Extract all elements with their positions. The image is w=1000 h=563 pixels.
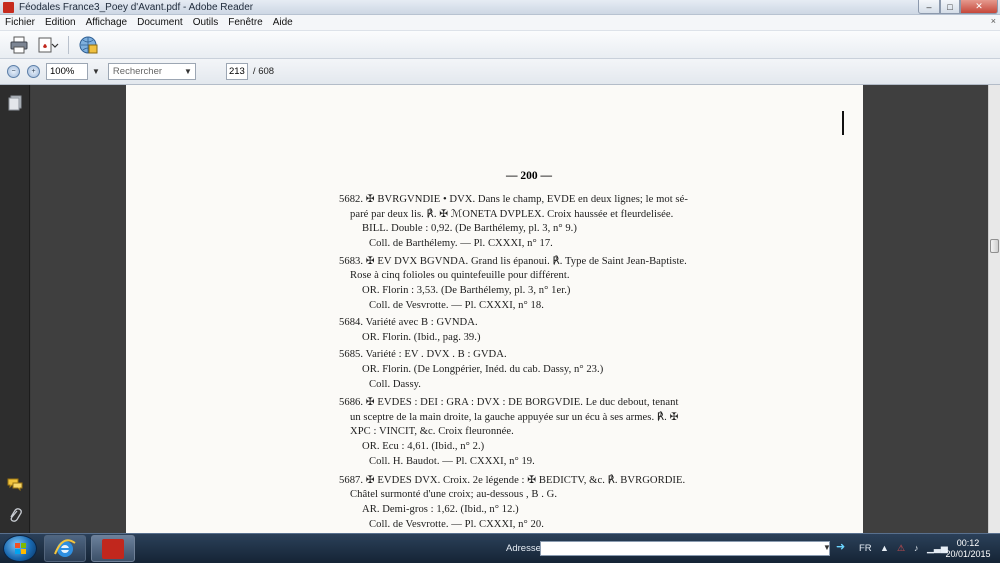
search-placeholder: Rechercher (112, 66, 163, 77)
total-pages: / 608 (252, 66, 275, 77)
address-label: Adresse (506, 543, 541, 554)
scrollbar-thumb[interactable] (990, 239, 999, 253)
taskbar-internet-explorer[interactable] (44, 535, 86, 562)
zoom-in-button[interactable]: + (27, 65, 40, 78)
adobe-reader-app-icon[interactable] (3, 1, 14, 13)
search-dropdown-arrow-icon[interactable]: ▼ (184, 67, 192, 76)
text-line: AR. Demi-gros : 1,62. (Ibid., n° 12.) (362, 504, 519, 515)
text-line: OR. Florin. (De Longpérier, Inéd. du cab… (362, 364, 604, 375)
clock-time: 00:12 (956, 538, 980, 548)
text-line: Châtel surmonté d'une croix; au-dessous … (350, 489, 558, 500)
text-line: 5683. ✠ EV DVX BGVNDA. Grand lis épanoui… (339, 256, 687, 267)
start-button[interactable] (3, 535, 37, 562)
main-toolbar (0, 31, 1000, 59)
share-globe-icon (79, 36, 98, 53)
text-line: OR. Florin. (Ibid., pag. 39.) (362, 332, 481, 343)
text-line: 5686. ✠ EVDES : DEI : GRA : DVX : DE BOR… (339, 397, 679, 408)
system-clock[interactable]: 00:12 20/01/2015 (940, 538, 996, 560)
menu-affichage[interactable]: Affichage (81, 17, 133, 28)
window-controls: – □ ✕ (918, 0, 998, 14)
taskbar-adobe-reader[interactable] (91, 535, 135, 562)
text-line: paré par deux lis. ℟. ✠ ℳONETA DVPLEX. C… (350, 209, 674, 220)
text-line: BILL. Double : 0,92. (De Barthélemy, pl.… (362, 223, 577, 234)
menu-outils[interactable]: Outils (188, 17, 224, 28)
pdf-create-icon (38, 37, 59, 52)
paperclip-icon (10, 508, 22, 522)
adobe-reader-icon (102, 538, 124, 559)
document-view[interactable]: — 200 — 5682. ✠ BVRGVNDIE • DVX. Dans le… (31, 85, 988, 533)
show-hidden-icons-chevron-icon[interactable]: ▲ (880, 543, 889, 553)
pdf-page[interactable]: — 200 — 5682. ✠ BVRGVNDIE • DVX. Dans le… (126, 85, 863, 533)
text-line: 5684. Variété avec B : GVNDA. (339, 317, 478, 328)
toolbar-separator (68, 35, 69, 54)
window-title: Féodales France3_Poey d'Avant.pdf - Adob… (19, 1, 254, 13)
navigation-toolbar: − + 100% ▼ Rechercher ▼ 213 / 608 (0, 59, 1000, 85)
text-line: OR. Ecu : 4,61. (Ibid., n° 2.) (362, 441, 485, 452)
menu-aide[interactable]: Aide (268, 17, 298, 28)
vertical-scrollbar[interactable] (988, 85, 1000, 533)
page-thumbnails-icon (8, 95, 22, 111)
search-input[interactable]: Rechercher ▼ (107, 63, 196, 80)
address-dropdown-arrow-icon[interactable]: ▼ (823, 543, 831, 552)
volume-icon[interactable]: ♪ (914, 543, 919, 553)
pages-panel-button[interactable] (7, 95, 23, 111)
comments-panel-button[interactable] (7, 476, 23, 492)
minus-icon: − (11, 68, 16, 75)
page-margin-mark (842, 111, 844, 135)
menu-fenetre[interactable]: Fenêtre (223, 17, 267, 28)
text-line: Coll. de Barthélemy. — Pl. CXXXI, n° 17. (369, 238, 553, 249)
text-line: 5687. ✠ EVDES DVX. Croix. 2e légende : ✠… (339, 475, 686, 486)
print-button[interactable] (8, 34, 30, 56)
text-line: un sceptre de la main droite, la gauche … (350, 412, 679, 423)
menu-document[interactable]: Document (132, 17, 188, 28)
create-pdf-button[interactable] (38, 34, 60, 56)
page-number-input[interactable]: 213 (225, 63, 248, 80)
address-go-icon[interactable]: ➜ (836, 540, 850, 556)
plus-icon: + (31, 68, 36, 75)
windows-taskbar: Adresse ▼ ➜ FR ▲ ⚠ ♪ ▁▃▅ 00:12 20/01/201… (0, 533, 1000, 563)
share-button[interactable] (77, 34, 99, 56)
attachments-panel-button[interactable] (7, 507, 23, 523)
text-line: Coll. de Vesvrotte. — Pl. CXXXI, n° 18. (369, 300, 544, 311)
menu-bar: Fichier Edition Affichage Document Outil… (0, 15, 1000, 31)
maximize-button[interactable]: □ (940, 0, 960, 14)
menu-fichier[interactable]: Fichier (0, 17, 40, 28)
address-input[interactable] (540, 541, 830, 556)
navigation-pane (0, 85, 30, 533)
text-line: OR. Florin : 3,53. (De Barthélemy, pl. 3… (362, 285, 571, 296)
text-line: XPC : VINCIT, &c. Croix fleuronnée. (350, 426, 514, 437)
text-line: Rose à cinq folioles ou quintefeuille po… (350, 270, 570, 281)
zoom-out-button[interactable]: − (7, 65, 20, 78)
text-line: 5682. ✠ BVRGVNDIE • DVX. Dans le champ, … (339, 194, 688, 205)
internet-explorer-icon (54, 538, 76, 557)
text-line: Coll. H. Baudot. — Pl. CXXXI, n° 19. (369, 456, 535, 467)
clock-date: 20/01/2015 (945, 549, 991, 559)
title-bar: Féodales France3_Poey d'Avant.pdf - Adob… (0, 0, 1000, 15)
comment-bubbles-icon (7, 478, 23, 491)
zoom-level-input[interactable]: 100% (46, 63, 88, 80)
printer-icon (10, 36, 28, 53)
text-line: 5685. Variété : EV . DVX . B : GVDA. (339, 349, 507, 360)
text-line: Coll. Dassy. (369, 379, 422, 390)
close-document-button[interactable]: × (991, 16, 996, 26)
menu-edition[interactable]: Edition (40, 17, 81, 28)
language-indicator[interactable]: FR (859, 543, 872, 554)
network-status-icon[interactable]: ⚠ (897, 543, 905, 554)
text-line: Coll. de Vesvrotte. — Pl. CXXXI, n° 20. (369, 519, 544, 530)
close-button[interactable]: ✕ (960, 0, 998, 14)
minimize-button[interactable]: – (918, 0, 940, 14)
windows-logo-icon (15, 543, 26, 554)
zoom-dropdown-arrow-icon[interactable]: ▼ (92, 67, 100, 76)
page-number-heading: — 200 — (506, 170, 552, 182)
